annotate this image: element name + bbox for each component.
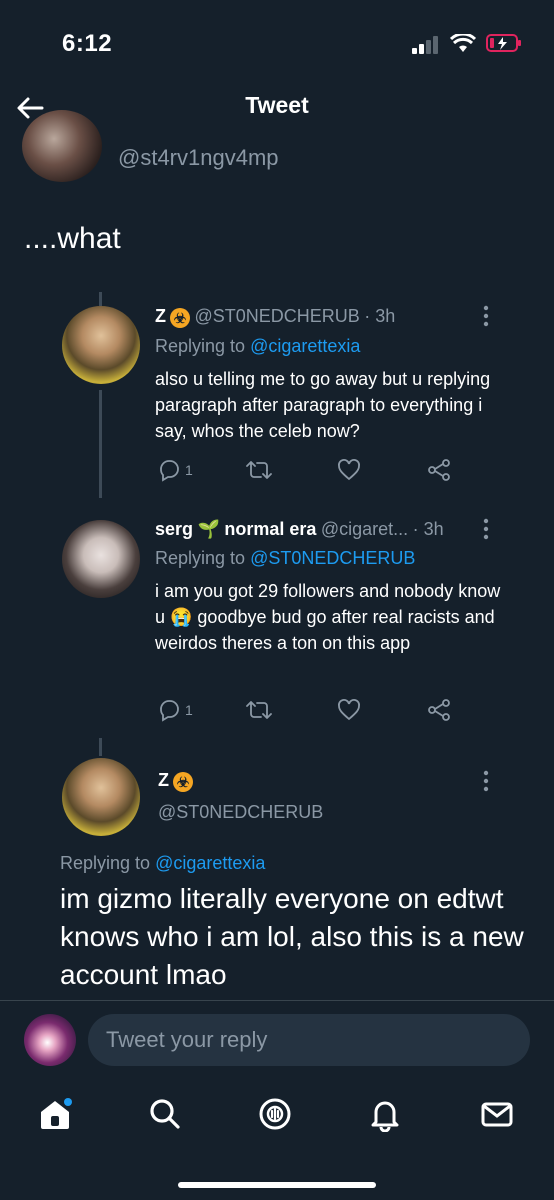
battery-icon bbox=[486, 34, 521, 52]
replying-to: Replying to @cigarettexia bbox=[155, 336, 360, 357]
author-name[interactable]: serg bbox=[155, 519, 193, 539]
replying-label: Replying to bbox=[155, 548, 246, 568]
tweet-text: im gizmo literally everyone on edtwt kno… bbox=[60, 883, 524, 990]
author-handle[interactable]: @ST0NEDCHERUB bbox=[194, 306, 359, 326]
avatar[interactable] bbox=[62, 758, 140, 836]
like-button[interactable] bbox=[337, 698, 361, 722]
replying-label: Replying to bbox=[155, 336, 246, 356]
replying-to-link[interactable]: @ST0NEDCHERUB bbox=[250, 548, 415, 568]
reply-count: 1 bbox=[185, 702, 193, 718]
thread-line bbox=[99, 390, 102, 498]
thread-line bbox=[99, 292, 102, 306]
retweet-icon bbox=[246, 461, 272, 479]
replying-to: Replying to @ST0NEDCHERUB bbox=[155, 548, 415, 569]
share-button[interactable] bbox=[427, 458, 451, 482]
search-icon[interactable] bbox=[147, 1096, 183, 1132]
avatar[interactable] bbox=[62, 306, 140, 384]
tweet-actions: 1 bbox=[155, 458, 475, 484]
thread-line bbox=[99, 738, 102, 756]
avatar[interactable] bbox=[62, 520, 140, 598]
like-icon bbox=[338, 699, 360, 721]
timestamp: · 3h bbox=[412, 519, 444, 539]
author-name-suffix: normal era bbox=[224, 519, 317, 539]
like-button[interactable] bbox=[337, 458, 361, 482]
timestamp: · 3h bbox=[364, 306, 396, 326]
reply-placeholder: Tweet your reply bbox=[106, 1027, 268, 1052]
author-handle[interactable]: @cigaret... bbox=[321, 519, 408, 539]
biohazard-icon: ☣ bbox=[173, 771, 193, 792]
author-handle[interactable]: @st4rv1ngv4mp bbox=[118, 145, 279, 171]
author-name[interactable]: Z bbox=[155, 306, 166, 326]
share-icon bbox=[428, 459, 450, 481]
reply-icon bbox=[160, 700, 179, 722]
reply-button[interactable]: 1 bbox=[157, 458, 193, 482]
reply-text: also u telling me to go away but u reply… bbox=[155, 369, 491, 441]
reply-count: 1 bbox=[185, 462, 193, 478]
notifications-icon[interactable] bbox=[367, 1096, 403, 1132]
share-icon bbox=[428, 699, 450, 721]
reply-icon bbox=[160, 460, 179, 482]
spaces-icon[interactable] bbox=[257, 1096, 293, 1132]
retweet-icon bbox=[246, 701, 272, 719]
avatar[interactable] bbox=[22, 110, 102, 182]
wifi-icon bbox=[450, 34, 476, 52]
more-icon[interactable] bbox=[483, 770, 489, 792]
biohazard-icon: ☣ bbox=[170, 307, 190, 328]
share-button[interactable] bbox=[427, 698, 451, 722]
replying-label: Replying to bbox=[60, 853, 151, 873]
home-icon[interactable] bbox=[37, 1096, 73, 1132]
sprout-icon: 🌱 bbox=[197, 519, 220, 539]
replying-to-link[interactable]: @cigarettexia bbox=[250, 336, 360, 356]
tweet-actions: 1 bbox=[155, 698, 475, 724]
tweet-text: ....what bbox=[24, 222, 121, 255]
like-icon bbox=[338, 459, 360, 481]
divider bbox=[0, 1000, 554, 1001]
reply-text: i am you got 29 followers and nobody kno… bbox=[155, 581, 501, 653]
reply-input[interactable]: Tweet your reply bbox=[88, 1014, 530, 1066]
more-icon[interactable] bbox=[483, 305, 489, 327]
more-icon[interactable] bbox=[483, 518, 489, 540]
author-name-row: Z ☣ bbox=[158, 770, 193, 792]
retweet-button[interactable] bbox=[245, 458, 273, 482]
author-handle[interactable]: @ST0NEDCHERUB bbox=[158, 802, 323, 823]
replying-to-link[interactable]: @cigarettexia bbox=[155, 853, 265, 873]
my-avatar[interactable] bbox=[24, 1014, 76, 1066]
reply-header: Z ☣ @ST0NEDCHERUB · 3h bbox=[155, 306, 395, 328]
reply-button[interactable]: 1 bbox=[157, 698, 193, 722]
replying-to: Replying to @cigarettexia bbox=[60, 853, 265, 874]
retweet-button[interactable] bbox=[245, 698, 273, 722]
signal-icon bbox=[412, 34, 442, 54]
messages-icon[interactable] bbox=[479, 1096, 515, 1132]
reply-header: serg 🌱 normal era @cigaret... · 3h bbox=[155, 519, 444, 540]
status-time: 6:12 bbox=[62, 30, 113, 57]
home-indicator bbox=[178, 1182, 376, 1188]
author-name[interactable]: Z bbox=[158, 770, 169, 790]
